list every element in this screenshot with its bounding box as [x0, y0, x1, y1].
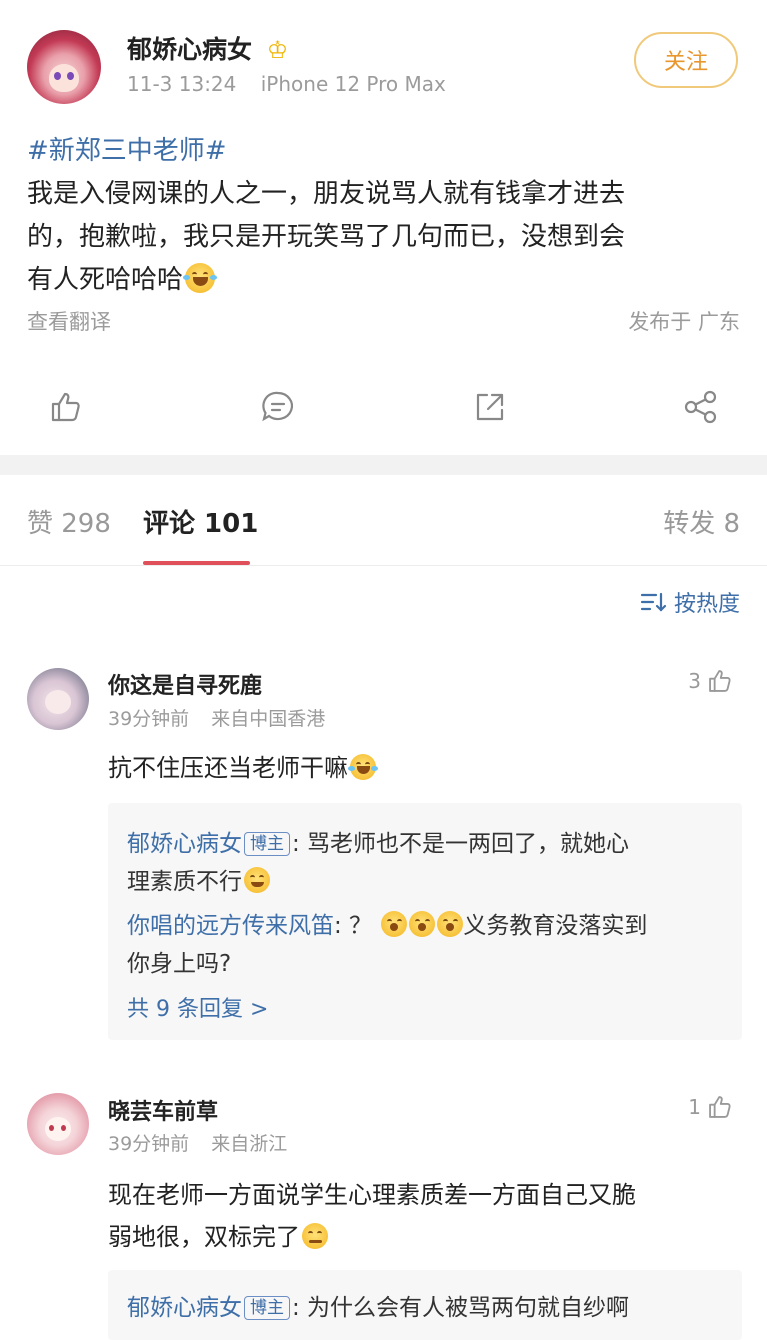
reply-username[interactable]: 你唱的远方传来风笛 [127, 913, 334, 939]
commenter-avatar[interactable] [27, 668, 89, 730]
sort-icon [640, 592, 667, 612]
fearful-emoji [381, 911, 408, 937]
comment-time: 39分钟前 [108, 1133, 190, 1155]
post-location: 发布于 广东 [628, 310, 740, 334]
blogger-badge: 博主 [244, 1296, 290, 1320]
section-divider [0, 455, 767, 475]
author-name[interactable]: 郁娇心病女 ♔ [127, 30, 288, 66]
comment-text: 现在老师一方面说学生心理素质差一方面自己又脆 弱地很，双标完了 [108, 1174, 748, 1258]
blogger-badge: 博主 [244, 832, 290, 856]
more-replies-link[interactable]: 共 9 条回复 > [127, 991, 268, 1023]
comment-username[interactable]: 晓芸车前草 [108, 1094, 218, 1126]
repost-button[interactable] [472, 390, 506, 424]
comment-like-button[interactable]: 3 [688, 668, 733, 694]
sort-toggle[interactable]: 按热度 [640, 586, 740, 618]
post-body: #新郑三中老师# 我是入侵网课的人之一，朋友说骂人就有钱拿才进去 的，抱歉啦，我… [27, 130, 747, 302]
thumb-up-icon [709, 670, 731, 692]
comment-location: 来自浙江 [211, 1133, 288, 1155]
comment-location: 来自中国香港 [211, 708, 326, 730]
thumb-up-icon [709, 1096, 731, 1118]
follow-button[interactable]: 关注 [634, 32, 738, 88]
thumb-up-icon [51, 392, 80, 422]
comment-text-content: 抗不住压还当老师干嘛 [108, 754, 348, 782]
comment-like-count: 3 [688, 669, 701, 693]
smile-emoji [244, 867, 270, 893]
share-button[interactable] [683, 390, 719, 424]
reply-text: : ？ [334, 913, 373, 939]
comment-meta: 39分钟前 来自浙江 [108, 1129, 287, 1156]
comment-like-button[interactable]: 1 [688, 1094, 733, 1120]
reply-username[interactable]: 郁娇心病女 [127, 831, 242, 857]
post-text-line3-text: 有人死哈哈哈 [27, 265, 184, 295]
reply-username[interactable]: 郁娇心病女 [127, 1295, 242, 1321]
translate-link[interactable]: 查看翻译 [27, 306, 111, 336]
comment-button[interactable] [261, 390, 295, 424]
reply-text: : 骂老师也不是一两回了，就她心 [292, 831, 630, 857]
comment-text-line1: 现在老师一方面说学生心理素质差一方面自己又脆 [108, 1181, 636, 1209]
like-button[interactable] [49, 390, 83, 424]
comment-like-count: 1 [688, 1095, 701, 1119]
reply-text: : 为什么会有人被骂两句就自纱啊 [292, 1295, 630, 1321]
grimace-emoji [302, 1223, 328, 1249]
comment-time: 39分钟前 [108, 708, 190, 730]
fearful-emoji [437, 911, 464, 937]
comment-text-line2: 弱地很，双标完了 [108, 1223, 300, 1251]
author-name-text[interactable]: 郁娇心病女 [127, 35, 252, 64]
laugh-cry-emoji [348, 754, 378, 780]
tabs-bottom-border [0, 565, 767, 566]
post-time: 11-3 13:24 [127, 72, 237, 96]
comment-meta: 39分钟前 来自中国香港 [108, 704, 325, 731]
comment-icon [262, 391, 294, 422]
reply-item: 郁娇心病女 博主: 骂老师也不是一两回了，就她心 理素质不行 [127, 825, 727, 901]
tab-comments[interactable]: 评论 101 [143, 503, 258, 540]
reply-text-cont: 你身上吗? [127, 951, 232, 977]
reply-item: 郁娇心病女 博主: 为什么会有人被骂两句就自纱啊 [127, 1289, 737, 1327]
post-text-line2: 的，抱歉啦，我只是开玩笑骂了几句而已，没想到会 [27, 222, 626, 252]
share-icon [684, 390, 717, 424]
reply-text-cont: 理素质不行 [127, 869, 242, 895]
tab-likes[interactable]: 赞 298 [27, 503, 111, 540]
post-meta: 11-3 13:24 iPhone 12 Pro Max [127, 72, 446, 96]
laugh-cry-emoji [183, 263, 218, 293]
commenter-avatar[interactable] [27, 1093, 89, 1155]
sort-label: 按热度 [673, 592, 740, 617]
tab-reposts[interactable]: 转发 8 [663, 503, 740, 540]
follow-label: 关注 [663, 50, 708, 75]
repost-icon [476, 393, 504, 421]
hashtag-link[interactable]: #新郑三中老师# [27, 130, 747, 173]
comment-text: 抗不住压还当老师干嘛 [108, 748, 378, 783]
post-device: iPhone 12 Pro Max [260, 72, 446, 96]
comment-username[interactable]: 你这是自寻死鹿 [108, 668, 262, 700]
fearful-emoji [409, 911, 436, 937]
reply-text-b: 义务教育没落实到 [463, 913, 648, 939]
reply-item: 你唱的远方传来风笛: ？ 义务教育没落实到 你身上吗? [127, 907, 727, 983]
author-avatar[interactable] [27, 30, 101, 104]
post-text-line3: 有人死哈哈哈 [27, 259, 747, 302]
post-text-line1: 我是入侵网课的人之一，朋友说骂人就有钱拿才进去 [27, 179, 626, 209]
crown-icon: ♔ [266, 36, 289, 64]
